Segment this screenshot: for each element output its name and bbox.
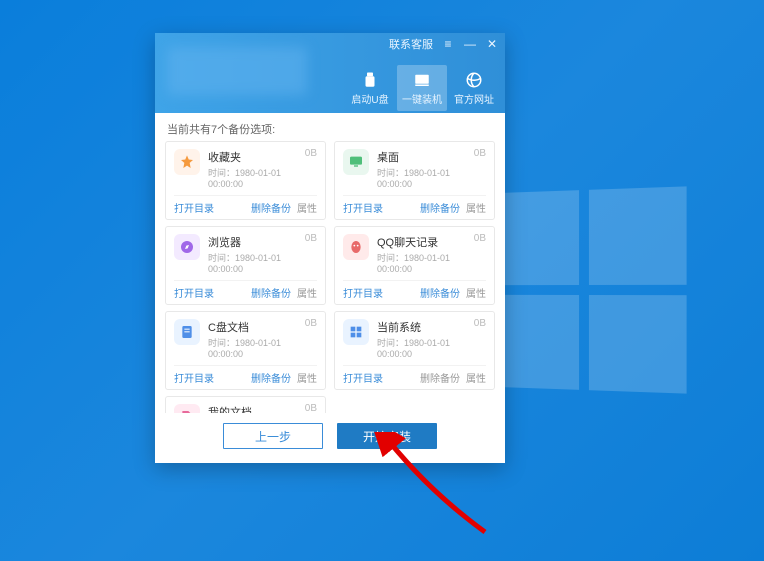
backup-card: C盘文档 时间：1980-01-01 00:00:00 0B 打开目录 删除备份…: [165, 311, 326, 390]
minimize-icon[interactable]: —: [463, 37, 477, 51]
footer-actions: 上一步 开始安装: [155, 413, 505, 463]
card-title: 我的文档: [208, 404, 317, 413]
app-title-blurred: [167, 47, 307, 95]
open-dir-link[interactable]: 打开目录: [174, 370, 214, 385]
tab-label: 官方网址: [454, 91, 494, 106]
start-install-button[interactable]: 开始安装: [337, 423, 437, 449]
backup-card: 我的文档 时间：1980-01-01 00:00:00 0B 打开目录 删除备份…: [165, 396, 326, 413]
properties-link[interactable]: 属性: [297, 200, 317, 215]
card-timestamp: 时间：1980-01-01 00:00:00: [377, 251, 486, 274]
globe-icon: [465, 71, 483, 89]
properties-link[interactable]: 属性: [297, 285, 317, 300]
tab-one-click-install[interactable]: 一键装机: [397, 65, 447, 111]
properties-link[interactable]: 属性: [466, 285, 486, 300]
card-size: 0B: [305, 403, 317, 413]
card-size: 0B: [305, 148, 317, 159]
windows-background-logo: [488, 186, 686, 393]
open-dir-link[interactable]: 打开目录: [343, 200, 383, 215]
backup-card: 收藏夹 时间：1980-01-01 00:00:00 0B 打开目录 删除备份 …: [165, 141, 326, 220]
card-timestamp: 时间：1980-01-01 00:00:00: [377, 336, 486, 359]
installer-window: 联系客服 ≡ — ✕ 启动U盘 一键装机 官方网址 当前共有7个备份选项:: [155, 33, 505, 463]
delete-backup-link[interactable]: 删除备份: [251, 285, 291, 300]
star-icon: [174, 149, 200, 175]
card-title: 浏览器: [208, 234, 317, 250]
nav-tabs: 启动U盘 一键装机 官方网址: [345, 65, 499, 111]
compass-icon: [174, 234, 200, 260]
close-icon[interactable]: ✕: [485, 37, 499, 51]
tab-boot-usb[interactable]: 启动U盘: [345, 65, 395, 111]
install-icon: [413, 71, 431, 89]
card-title: QQ聊天记录: [377, 234, 486, 250]
properties-link[interactable]: 属性: [466, 370, 486, 385]
properties-link[interactable]: 属性: [297, 370, 317, 385]
tab-label: 启动U盘: [351, 91, 388, 106]
open-dir-link[interactable]: 打开目录: [174, 285, 214, 300]
card-size: 0B: [474, 148, 486, 159]
open-dir-link[interactable]: 打开目录: [174, 200, 214, 215]
card-timestamp: 时间：1980-01-01 00:00:00: [377, 166, 486, 189]
tab-label: 一键装机: [402, 91, 442, 106]
file-icon: [174, 404, 200, 413]
delete-backup-link[interactable]: 删除备份: [420, 200, 460, 215]
contact-support-link[interactable]: 联系客服: [389, 36, 433, 52]
delete-backup-link[interactable]: 删除备份: [251, 370, 291, 385]
prev-button[interactable]: 上一步: [223, 423, 323, 449]
tab-official-site[interactable]: 官方网址: [449, 65, 499, 111]
backup-list: 收藏夹 时间：1980-01-01 00:00:00 0B 打开目录 删除备份 …: [155, 141, 505, 413]
card-title: C盘文档: [208, 319, 317, 335]
card-timestamp: 时间：1980-01-01 00:00:00: [208, 336, 317, 359]
header: 联系客服 ≡ — ✕ 启动U盘 一键装机 官方网址: [155, 33, 505, 113]
card-timestamp: 时间：1980-01-01 00:00:00: [208, 166, 317, 189]
card-title: 当前系统: [377, 319, 486, 335]
open-dir-link[interactable]: 打开目录: [343, 370, 383, 385]
card-size: 0B: [305, 318, 317, 329]
win-icon: [343, 319, 369, 345]
card-timestamp: 时间：1980-01-01 00:00:00: [208, 251, 317, 274]
properties-link[interactable]: 属性: [466, 200, 486, 215]
delete-backup-link[interactable]: 删除备份: [420, 285, 460, 300]
delete-backup-link[interactable]: 删除备份: [251, 200, 291, 215]
usb-icon: [361, 71, 379, 89]
doc-icon: [174, 319, 200, 345]
delete-backup-link: 删除备份: [420, 370, 460, 385]
backup-card: 当前系统 时间：1980-01-01 00:00:00 0B 打开目录 删除备份…: [334, 311, 495, 390]
qq-icon: [343, 234, 369, 260]
card-size: 0B: [305, 233, 317, 244]
card-size: 0B: [474, 233, 486, 244]
open-dir-link[interactable]: 打开目录: [343, 285, 383, 300]
card-title: 桌面: [377, 149, 486, 165]
card-size: 0B: [474, 318, 486, 329]
backup-card: QQ聊天记录 时间：1980-01-01 00:00:00 0B 打开目录 删除…: [334, 226, 495, 305]
card-title: 收藏夹: [208, 149, 317, 165]
menu-icon[interactable]: ≡: [441, 37, 455, 51]
window-controls: 联系客服 ≡ — ✕: [389, 36, 499, 52]
desktop-icon: [343, 149, 369, 175]
backup-card: 桌面 时间：1980-01-01 00:00:00 0B 打开目录 删除备份 属…: [334, 141, 495, 220]
backup-card: 浏览器 时间：1980-01-01 00:00:00 0B 打开目录 删除备份 …: [165, 226, 326, 305]
backup-count-text: 当前共有7个备份选项:: [155, 113, 505, 141]
